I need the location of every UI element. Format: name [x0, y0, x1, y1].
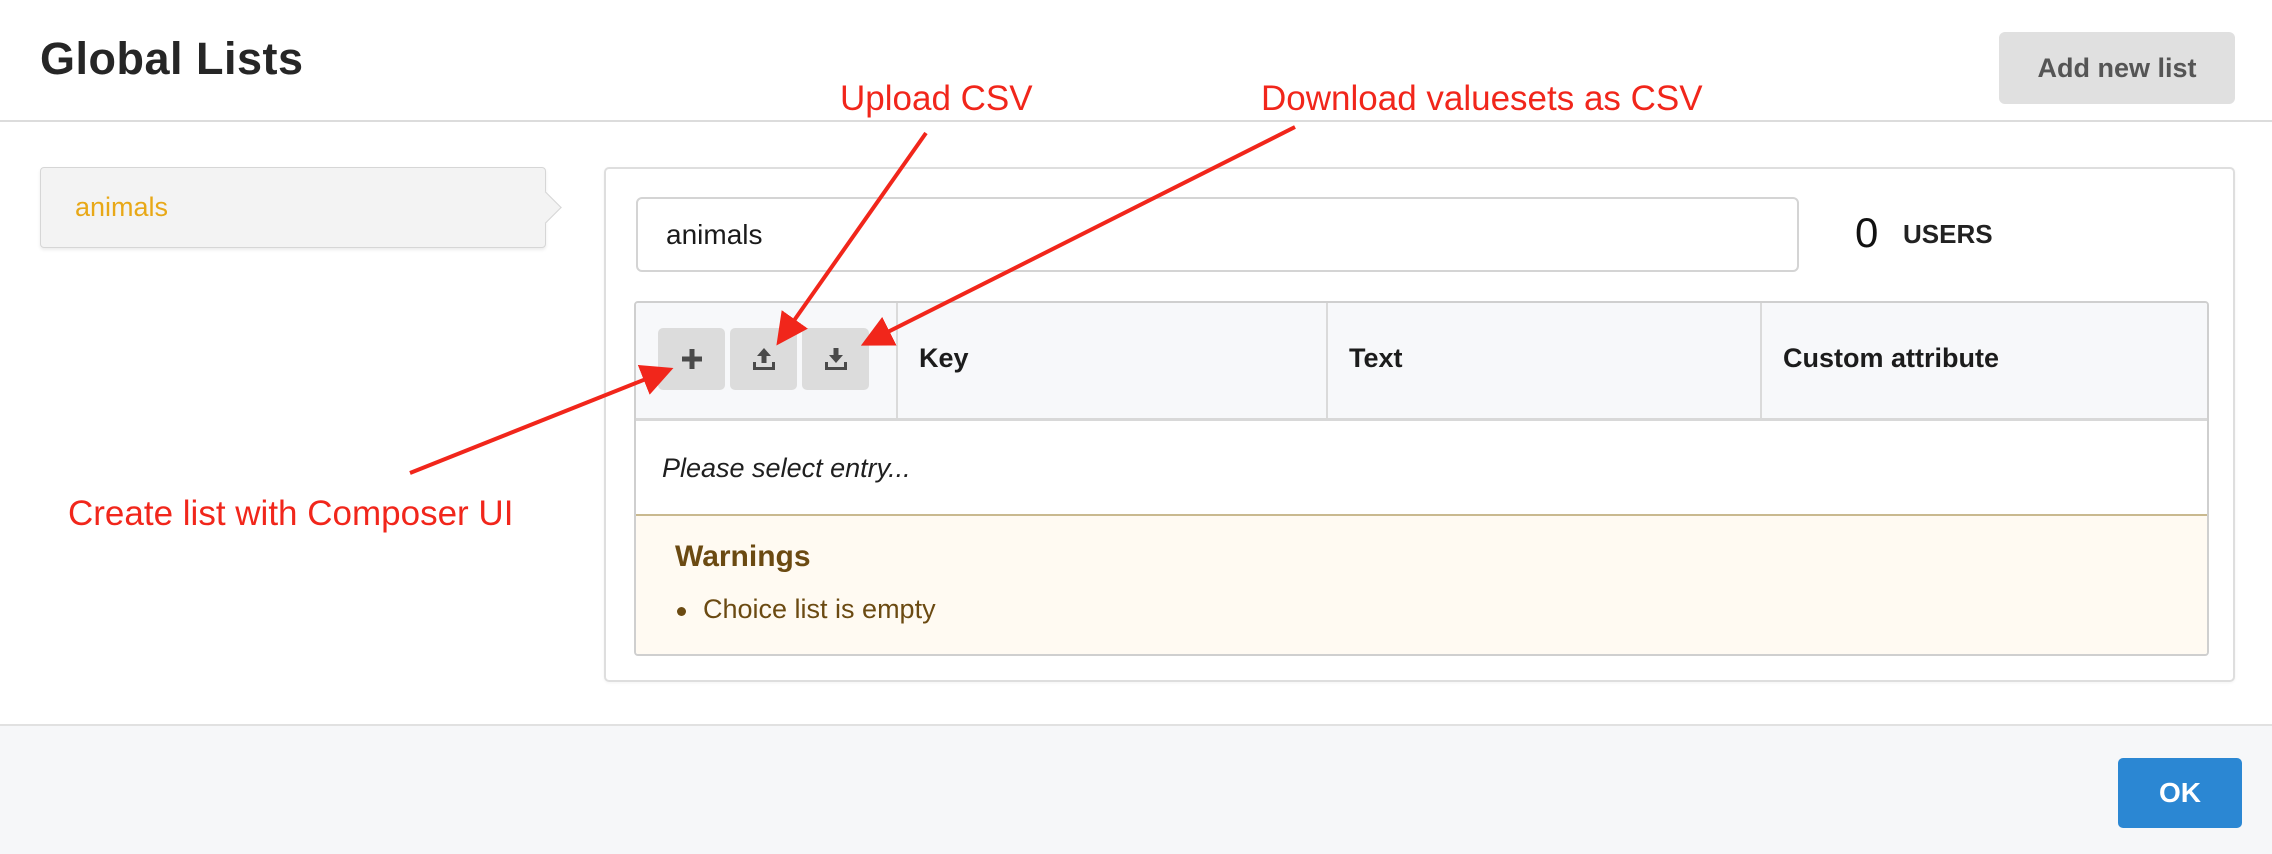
warnings-box: Warnings Choice list is empty: [636, 516, 2207, 654]
upload-icon: [752, 348, 775, 370]
list-editor-panel: 0 USERS Key: [604, 167, 2235, 682]
users-count: 0: [1855, 209, 1879, 256]
add-entry-button[interactable]: [658, 328, 725, 390]
column-divider: [896, 303, 898, 418]
list-name-input[interactable]: [636, 197, 1799, 272]
column-header-key[interactable]: Key: [919, 343, 969, 374]
column-divider: [1326, 303, 1328, 418]
annotation-create-list: Create list with Composer UI: [68, 494, 514, 533]
add-new-list-button[interactable]: Add new list: [1999, 32, 2235, 104]
users-label: USERS: [1903, 219, 1993, 249]
warnings-title: Warnings: [675, 540, 811, 573]
download-icon: [824, 348, 847, 370]
header-bar: Global Lists Add new list: [0, 0, 2272, 122]
column-header-text[interactable]: Text: [1349, 343, 1403, 374]
annotation-download-csv: Download valuesets as CSV: [1261, 79, 1703, 118]
footer-bar: OK: [0, 724, 2272, 854]
empty-table-row: Please select entry...: [636, 421, 2207, 516]
plus-icon: [681, 349, 702, 369]
page-title: Global Lists: [40, 33, 304, 84]
column-header-custom-attribute[interactable]: Custom attribute: [1783, 343, 1999, 374]
empty-message: Please select entry...: [662, 453, 911, 483]
column-divider: [1760, 303, 1762, 418]
ok-button[interactable]: OK: [2118, 758, 2242, 828]
values-table: Key Text Custom attribute Please select …: [634, 301, 2209, 656]
upload-csv-button[interactable]: [730, 328, 797, 390]
table-header: Key Text Custom attribute: [636, 303, 2207, 421]
sidebar-item-label: animals: [75, 192, 169, 222]
bullet-icon: [677, 607, 686, 616]
warning-item: Choice list is empty: [703, 594, 936, 624]
sidebar-item-animals[interactable]: animals: [40, 167, 546, 248]
annotation-upload-csv: Upload CSV: [840, 79, 1033, 118]
download-csv-button[interactable]: [802, 328, 869, 390]
